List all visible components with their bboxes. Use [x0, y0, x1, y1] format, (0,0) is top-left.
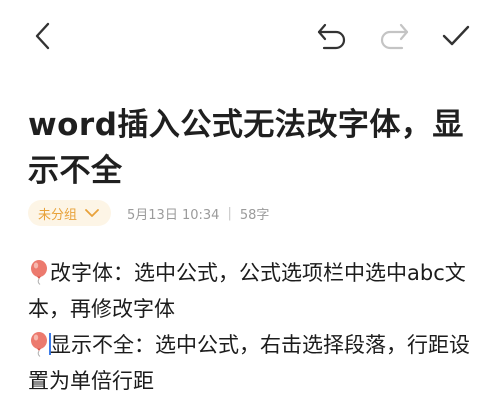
group-selector[interactable]: 未分组	[28, 200, 112, 226]
balloon-icon	[31, 332, 47, 357]
paragraph-text: 显示不全：选中公式，右击选择段落，行距设置为单倍行距	[28, 333, 470, 393]
balloon-icon	[31, 260, 47, 285]
redo-button[interactable]	[378, 20, 410, 52]
paragraph: 改字体：选中公式，公式选项栏中选中abc文本，再修改字体	[28, 255, 478, 327]
chevron-left-icon	[35, 22, 50, 50]
word-count: 58字	[239, 207, 270, 223]
checkmark-icon	[442, 25, 470, 46]
top-toolbar	[0, 0, 500, 72]
paragraph-text: 改字体：选中公式，公式选项栏中选中abc文本，再修改字体	[28, 261, 466, 321]
redo-icon	[380, 23, 409, 50]
chevron-down-icon	[85, 208, 99, 218]
note-title[interactable]: word插入公式无法改字体，显示不全	[28, 102, 478, 194]
note-date: 5月13日 10:34	[127, 207, 220, 223]
meta-separator: |	[227, 205, 232, 221]
paragraph: 显示不全：选中公式，右击选择段落，行距设置为单倍行距	[28, 327, 478, 399]
undo-button[interactable]	[316, 20, 348, 52]
back-button[interactable]	[26, 20, 58, 52]
undo-icon	[317, 23, 346, 50]
done-button[interactable]	[440, 20, 472, 52]
note-meta: 未分组 5月13日 10:34 | 58字	[28, 200, 269, 226]
note-body[interactable]: 改字体：选中公式，公式选项栏中选中abc文本，再修改字体 显示不全：选中公式，右…	[28, 255, 478, 399]
group-label: 未分组	[38, 207, 78, 223]
